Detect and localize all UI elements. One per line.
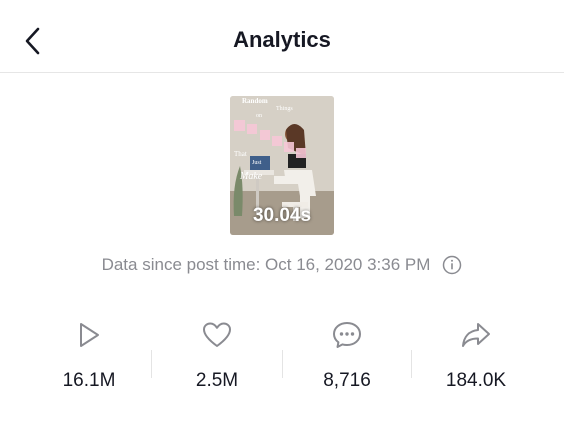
overlay-word: Random — [242, 97, 268, 105]
top-bar: Analytics — [0, 0, 564, 73]
stat-views: 16.1M — [24, 315, 154, 405]
views-count: 16.1M — [62, 370, 116, 391]
overlay-word: That — [234, 150, 247, 158]
stats-row: 16.1M 2.5M 8,716 184.0K — [0, 315, 564, 405]
stat-comments: 8,716 — [282, 315, 412, 405]
play-icon — [76, 315, 102, 355]
overlay-word: Things — [276, 106, 293, 112]
data-since-text: Data since post time: Oct 16, 2020 3:36 … — [101, 255, 431, 274]
page-title: Analytics — [233, 27, 331, 52]
heart-icon — [202, 315, 232, 355]
stat-shares: 184.0K — [411, 315, 541, 405]
video-duration: 30.04s — [252, 205, 312, 226]
likes-count: 2.5M — [195, 370, 239, 391]
overlay-word: on — [256, 113, 262, 119]
shares-count: 184.0K — [445, 370, 507, 391]
share-arrow-icon — [460, 315, 492, 355]
data-since-row: Data since post time: Oct 16, 2020 3:36 … — [0, 255, 564, 275]
comments-count: 8,716 — [323, 370, 371, 391]
comment-bubble-icon — [331, 315, 363, 355]
video-thumbnail[interactable]: Random Things on That Just Make 30.04s — [230, 96, 334, 235]
overlay-word: Just — [252, 160, 262, 166]
overlay-word: Make — [239, 171, 263, 182]
info-icon[interactable] — [442, 255, 462, 275]
stat-likes: 2.5M — [152, 315, 282, 405]
